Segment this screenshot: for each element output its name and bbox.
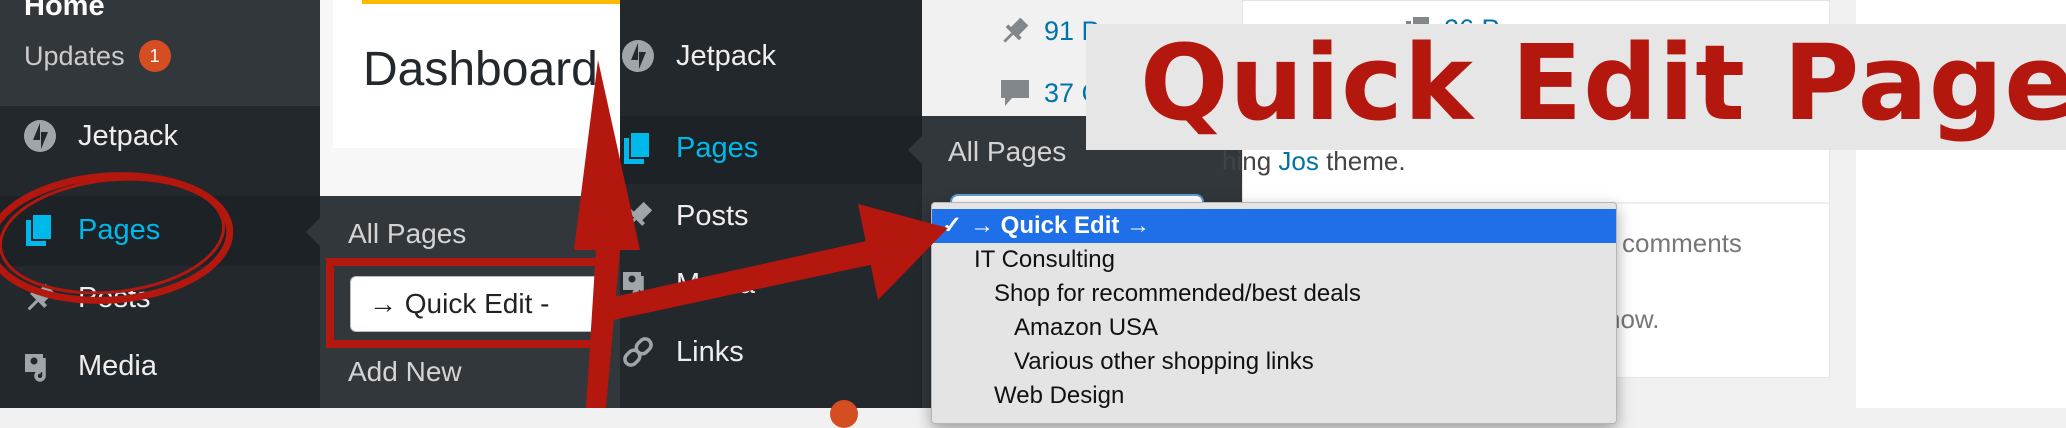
right-arrow-head <box>858 204 948 300</box>
quick-edit-box-annotation <box>326 258 606 348</box>
vertical-arrow-annotation <box>574 60 640 408</box>
right-arrow-shaft <box>600 238 884 322</box>
pages-circle-annotation <box>0 172 234 304</box>
annotation-layer <box>0 60 948 408</box>
